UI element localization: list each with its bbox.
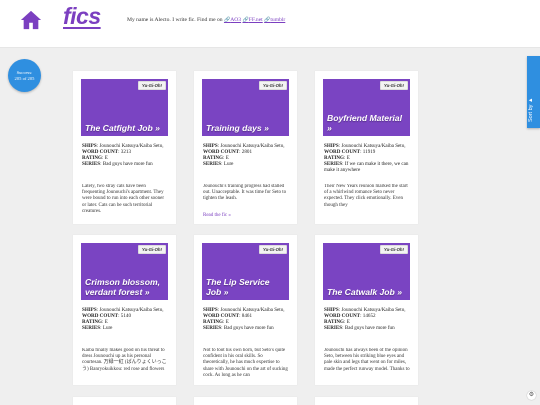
fic-card[interactable] — [315, 397, 418, 405]
fic-meta: SHIPS: Jounouchi Katsuya/Kaiba Seto, WOR… — [324, 307, 410, 331]
top-bar: fics My name is Alecto. I write fic. Fin… — [0, 0, 540, 48]
success-count: 205 of 205 — [14, 75, 35, 81]
fic-card[interactable]: Yu-Gi-Oh! The Lip Service Job » SHIPS: J… — [194, 235, 297, 385]
fandom-badge: Yu-Gi-Oh! — [379, 245, 408, 254]
home-icon[interactable] — [20, 9, 42, 31]
series-row: SERIES: Bad guys have more fun — [203, 325, 274, 331]
fic-title[interactable]: Crimson blossom, verdant forest » — [85, 277, 165, 297]
fic-card[interactable]: Yu-Gi-Oh! The Catwalk Job » SHIPS: Jouno… — [315, 235, 418, 385]
tumblr-link[interactable]: 🔗tumblr — [264, 17, 285, 23]
fic-summary: Not to toot his own horn, but Seto's qui… — [203, 348, 288, 378]
series-row: SERIES: If we can make it there, we can … — [324, 161, 409, 173]
series-row: SERIES: Lure — [203, 161, 234, 167]
fic-banner[interactable]: Yu-Gi-Oh! Boyfriend Material » — [323, 79, 410, 136]
fic-card[interactable] — [73, 397, 176, 405]
fic-banner[interactable]: Yu-Gi-Oh! Crimson blossom, verdant fores… — [81, 243, 168, 300]
fic-meta: SHIPS: Jounouchi Katsuya/Kaiba Seto, WOR… — [203, 307, 289, 331]
fic-summary: Lately, two stray cats have been frequen… — [82, 184, 165, 214]
ao3-link[interactable]: 🔗AO3 — [224, 17, 241, 23]
series-row: SERIES: Bad guys have more fun — [324, 325, 395, 331]
settings-icon[interactable]: ⚙ — [527, 391, 536, 400]
fic-title[interactable]: The Catwalk Job » — [327, 287, 407, 297]
fic-meta: SHIPS: Jounouchi Katsuya/Kaiba Seto, WOR… — [324, 143, 410, 173]
fic-banner[interactable]: Yu-Gi-Oh! The Lip Service Job » — [202, 243, 289, 300]
ao3-link-label: AO3 — [230, 17, 242, 23]
tumblr-link-label: tumblr — [270, 17, 286, 23]
tagline-text: My name is Alecto. I write fic. Find me … — [127, 17, 223, 23]
read-fic-link[interactable]: Read the fic » — [203, 213, 231, 218]
fic-title[interactable]: The Lip Service Job » — [206, 277, 286, 297]
fic-card[interactable]: Yu-Gi-Oh! Boyfriend Material » SHIPS: Jo… — [315, 71, 418, 224]
fandom-badge: Yu-Gi-Oh! — [258, 81, 287, 90]
sort-by-label: Sort by ▲ — [528, 97, 534, 122]
fic-meta: SHIPS: Jounouchi Katsuya/Kaiba Seto, WOR… — [82, 143, 168, 167]
fic-summary: Jounouchi's training progress had stalle… — [203, 184, 287, 202]
fic-title[interactable]: Training days » — [206, 123, 286, 133]
sort-by-tab[interactable]: Sort by ▲ — [527, 56, 540, 128]
fic-card[interactable]: Yu-Gi-Oh! Training days » SHIPS: Jounouc… — [194, 71, 297, 224]
fic-banner[interactable]: Yu-Gi-Oh! The Catwalk Job » — [323, 243, 410, 300]
fic-title[interactable]: The Catfight Job » — [85, 123, 165, 133]
fic-card[interactable]: Yu-Gi-Oh! Crimson blossom, verdant fores… — [73, 235, 176, 385]
fic-banner[interactable]: Yu-Gi-Oh! Training days » — [202, 79, 289, 136]
series-row: SERIES: Lure — [82, 325, 113, 331]
fic-banner[interactable]: Yu-Gi-Oh! The Catfight Job » — [81, 79, 168, 136]
fandom-badge: Yu-Gi-Oh! — [137, 81, 166, 90]
fic-meta: SHIPS: Jounouchi Katsuya/Kaiba Seto, WOR… — [82, 307, 168, 331]
fic-summary: Their New Years reunion marked the start… — [324, 184, 408, 208]
tagline: My name is Alecto. I write fic. Find me … — [127, 17, 285, 23]
fic-summary: Jounouchi has always been of the opinion… — [324, 348, 410, 372]
success-bubble: Success: 205 of 205 — [8, 59, 41, 92]
site-logo[interactable]: fics — [63, 3, 101, 30]
ffnet-link-label: FF.net — [248, 17, 263, 23]
fic-card[interactable] — [194, 397, 297, 405]
fandom-badge: Yu-Gi-Oh! — [137, 245, 166, 254]
fic-summary: Kaiba finally makes good on his threat t… — [82, 348, 167, 372]
fic-title[interactable]: Boyfriend Material » — [327, 113, 407, 133]
fic-meta: SHIPS: Jounouchi Katsuya/Kaiba Seto, WOR… — [203, 143, 289, 167]
fandom-badge: Yu-Gi-Oh! — [258, 245, 287, 254]
fic-card[interactable]: Yu-Gi-Oh! The Catfight Job » SHIPS: Joun… — [73, 71, 176, 224]
fandom-badge: Yu-Gi-Oh! — [379, 81, 408, 90]
ffnet-link[interactable]: 🔗FF.net — [242, 17, 262, 23]
series-row: SERIES: Bad guys have more fun — [82, 161, 153, 167]
